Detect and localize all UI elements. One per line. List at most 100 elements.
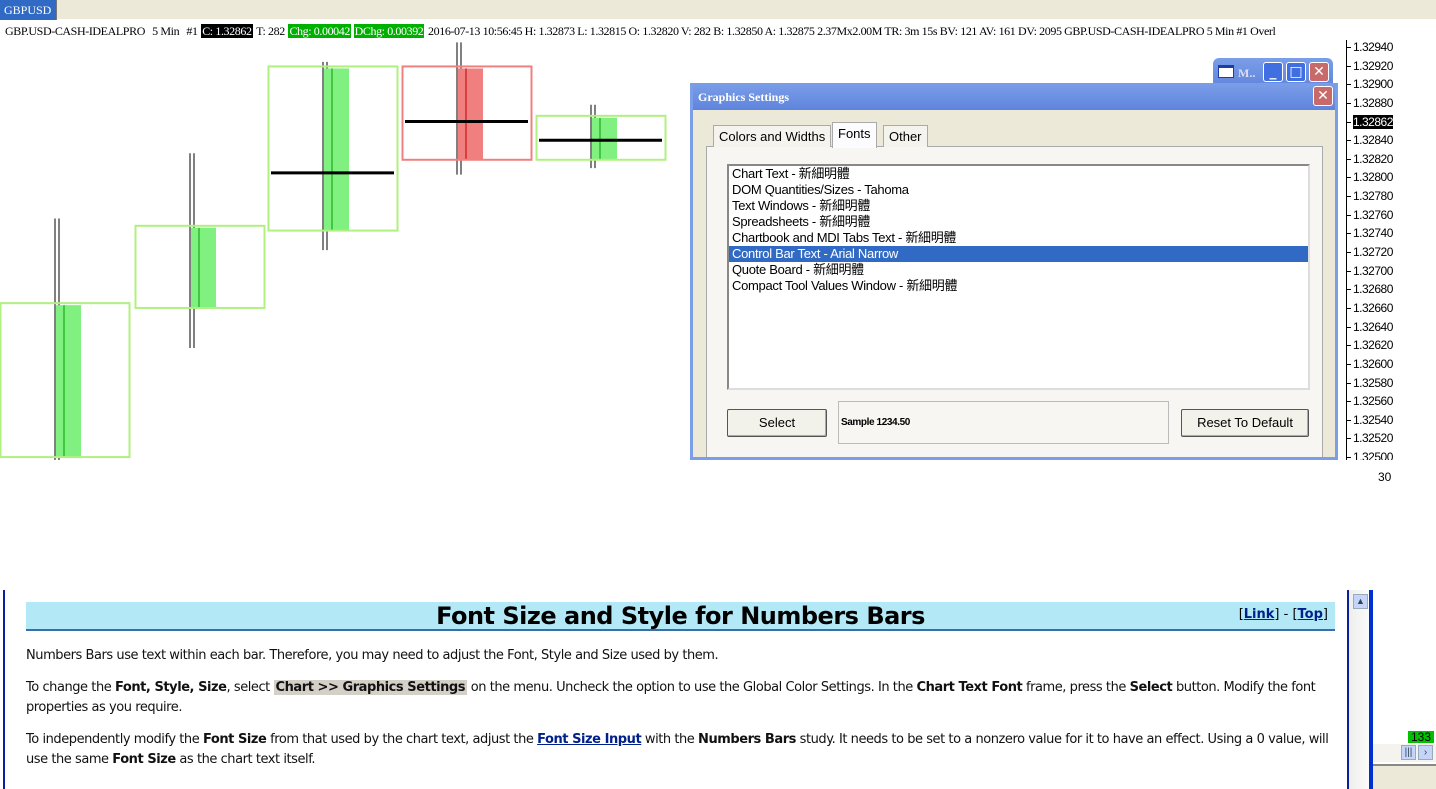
help-document: Font Size and Style for Numbers Bars [Li… — [3, 590, 1349, 789]
price-tick-label: 1.32500 — [1347, 450, 1393, 460]
link-link[interactable]: Link — [1244, 607, 1275, 622]
section-header: Font Size and Style for Numbers Bars [Li… — [26, 602, 1335, 631]
close-icon[interactable]: ✕ — [1309, 62, 1329, 82]
tab-fonts[interactable]: Fonts — [832, 122, 877, 148]
tab-colors-and-widths[interactable]: Colors and Widths — [713, 125, 832, 147]
font-sample: Sample 1234.50 — [838, 401, 1169, 444]
reset-to-default-button[interactable]: Reset To Default — [1181, 409, 1309, 437]
font-list-item[interactable]: Text Windows - 新細明體 — [729, 198, 1308, 214]
close-icon[interactable]: ✕ — [1313, 86, 1333, 106]
horizontal-scrollbar[interactable]: ||| › — [1373, 744, 1436, 762]
info-dchg: DChg: 0.00392 — [353, 24, 425, 38]
dialog-titlebar[interactable]: Graphics Settings ✕ — [693, 83, 1335, 110]
maximize-icon[interactable]: □ — [1286, 62, 1306, 82]
price-tick-text: 1.32500 — [1353, 450, 1393, 460]
text: frame, press the — [1022, 680, 1130, 695]
price-tick-text: 1.32580 — [1353, 375, 1393, 390]
price-tick-text: 1.32720 — [1353, 245, 1393, 260]
price-tick-label: 1.32560 — [1347, 394, 1393, 408]
link-separator: - — [1279, 607, 1293, 622]
vertical-scrollbar[interactable]: ▲ — [1347, 590, 1373, 789]
bold-text: Chart Text Font — [916, 680, 1023, 695]
font-list-item[interactable]: Control Bar Text - Arial Narrow — [729, 246, 1308, 262]
text: , select — [226, 680, 274, 695]
price-tick-text: 1.32840 — [1353, 133, 1393, 148]
candle-body — [56, 305, 81, 458]
scroll-up-icon[interactable]: ▲ — [1353, 594, 1368, 609]
scroll-right-icon[interactable]: › — [1418, 745, 1433, 760]
price-tick-text: 1.32920 — [1353, 58, 1393, 73]
price-tick-text: 1.32940 — [1353, 40, 1393, 54]
price-tick-text: 1.32820 — [1353, 151, 1393, 166]
price-tick-text: 1.32640 — [1353, 319, 1393, 334]
price-tick-label: 1.32940 — [1347, 40, 1393, 54]
price-tick-text: 1.32862 — [1353, 114, 1393, 129]
top-link[interactable]: Top — [1298, 607, 1323, 622]
price-tick-label: 1.32920 — [1347, 59, 1393, 73]
volume-label: 30 — [1378, 470, 1392, 484]
bold-text: Font Size — [202, 732, 267, 747]
bold-text: Font Size — [112, 752, 176, 767]
price-tick-text: 1.32660 — [1353, 300, 1393, 315]
price-tick-label: 1.32740 — [1347, 226, 1393, 240]
price-tick-label: 1.32760 — [1347, 208, 1393, 222]
scroll-thumb-icon[interactable]: ||| — [1401, 745, 1416, 760]
paragraph-1: Numbers Bars use text within each bar. T… — [26, 648, 719, 663]
info-interval: 5 Min — [152, 24, 180, 38]
info-ticks: T: 282 — [256, 24, 285, 38]
price-tick-label: 1.32640 — [1347, 320, 1393, 334]
select-button[interactable]: Select — [727, 409, 827, 437]
price-tick-label: 1.32880 — [1347, 96, 1393, 110]
price-tick-label: 1.32680 — [1347, 282, 1393, 296]
font-list-item[interactable]: Compact Tool Values Window - 新細明體 — [729, 278, 1308, 294]
font-list-item[interactable]: Chart Text - 新細明體 — [729, 166, 1308, 182]
bold-text: Select — [1129, 680, 1173, 695]
status-area — [1373, 764, 1436, 789]
text: with the — [641, 732, 699, 747]
tab-other[interactable]: Other — [883, 125, 928, 147]
right-panel: 133 ||| › — [1373, 590, 1436, 789]
font-list-item[interactable]: Quote Board - 新細明體 — [729, 262, 1308, 278]
font-list-item[interactable]: Spreadsheets - 新細明體 — [729, 214, 1308, 230]
price-tick-label: 1.32660 — [1347, 301, 1393, 315]
price-tick-label: 1.32580 — [1347, 376, 1393, 390]
tab-gbpusd[interactable]: GBPUSD — [0, 0, 57, 20]
price-tick-label: 1.32620 — [1347, 338, 1393, 352]
font-list[interactable]: Chart Text - 新細明體 DOM Quantities/Sizes - … — [727, 164, 1310, 390]
price-tick-text: 1.32680 — [1353, 282, 1393, 297]
bold-text: Font, Style, Size — [114, 680, 227, 695]
text: on the menu. Uncheck the option to use t… — [467, 680, 917, 695]
price-tick-text: 1.32700 — [1353, 263, 1393, 278]
price-tick-text: 1.32560 — [1353, 394, 1393, 409]
price-tick-label: 1.32520 — [1347, 431, 1393, 445]
price-tick-label: 1.32840 — [1347, 133, 1393, 147]
price-tick-text: 1.32780 — [1353, 189, 1393, 204]
info-close: C: 1.32862 — [201, 24, 253, 38]
font-list-item[interactable]: DOM Quantities/Sizes - Tahoma — [729, 182, 1308, 198]
price-tick-label: 1.32862 — [1347, 114, 1393, 129]
price-tick-label: 1.32800 — [1347, 170, 1393, 184]
price-tick-text: 1.32800 — [1353, 170, 1393, 185]
price-tick-text: 1.32520 — [1353, 431, 1393, 446]
text: as the chart text itself. — [175, 752, 316, 767]
minimize-icon[interactable]: _ — [1263, 62, 1283, 82]
window-icon — [1218, 65, 1234, 78]
text: To independently modify the — [26, 732, 203, 747]
candle-body — [324, 68, 349, 231]
paragraph-2: To change the Font, Style, Size, select … — [26, 678, 1336, 718]
fonts-tab-panel: Chart Text - 新細明體 DOM Quantities/Sizes - … — [706, 146, 1323, 457]
background-window-title: M.. — [1238, 66, 1256, 80]
chart-tab-bar: GBPUSD — [0, 0, 1436, 20]
font-list-item[interactable]: Chartbook and MDI Tabs Text - 新細明體 — [729, 230, 1308, 246]
candle-body — [458, 68, 483, 160]
price-tick-label: 1.32700 — [1347, 264, 1393, 278]
section-title: Font Size and Style for Numbers Bars — [436, 602, 925, 630]
count-badge: 133 — [1408, 731, 1435, 743]
font-size-input-link[interactable]: Font Size Input — [537, 732, 642, 747]
price-axis[interactable]: 1.32940 1.32920 1.32900 1.32880 1.32862 1.328… — [1346, 40, 1436, 460]
text: To change the — [26, 680, 115, 695]
price-tick-label: 1.32900 — [1347, 77, 1393, 91]
price-tick-label: 1.32820 — [1347, 152, 1393, 166]
text: from that used by the chart text, adjust… — [266, 732, 538, 747]
bold-text: Numbers Bars — [698, 732, 796, 747]
